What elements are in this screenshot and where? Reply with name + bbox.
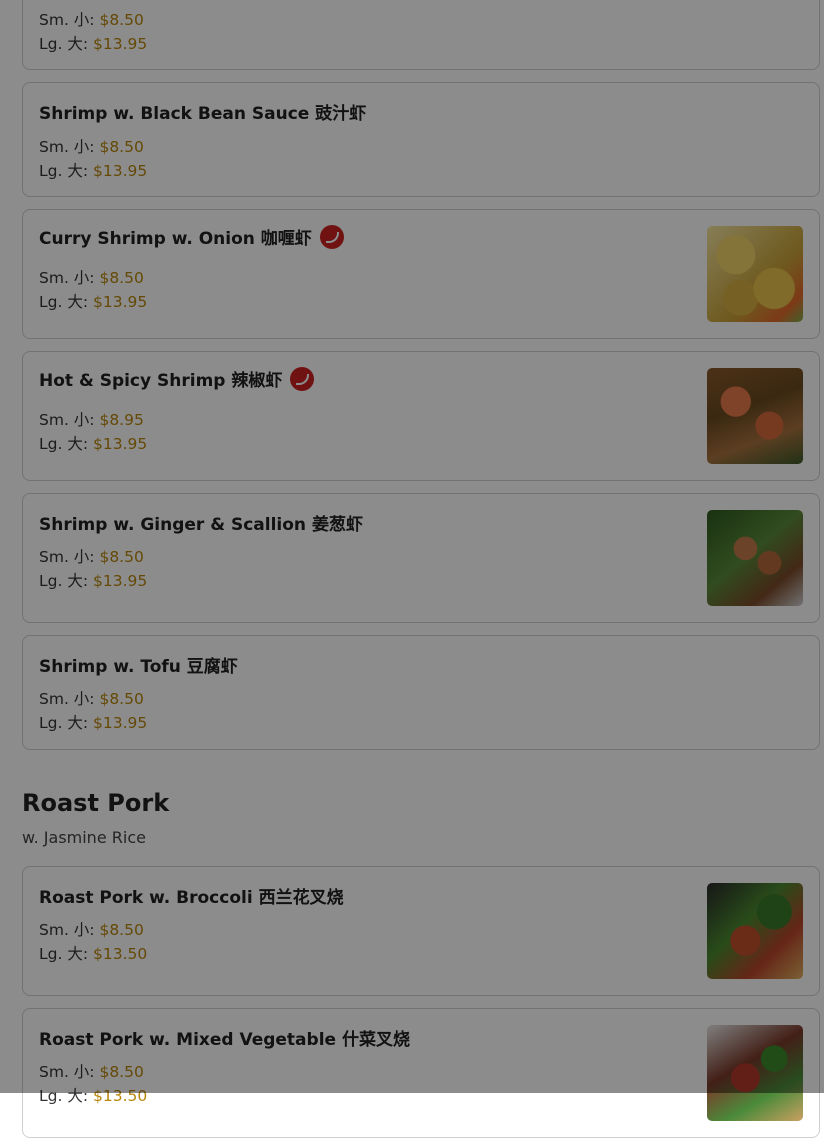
- small-price: $8.50: [99, 1063, 144, 1081]
- menu-item-card[interactable]: Sm. 小: $8.50 Lg. 大: $13.95: [22, 0, 820, 70]
- small-price-line: Sm. 小: $8.50: [39, 8, 144, 30]
- small-size-label: Sm. 小:: [39, 921, 95, 939]
- large-size-label: Lg. 大:: [39, 945, 89, 963]
- large-price: $13.95: [93, 714, 148, 732]
- menu-item-card[interactable]: Roast Pork w. Mixed Vegetable 什菜叉烧 Sm. 小…: [22, 1008, 820, 1138]
- large-price: $13.50: [93, 945, 148, 963]
- large-price-line: Lg. 大: $13.95: [39, 711, 147, 733]
- large-size-label: Lg. 大:: [39, 1087, 89, 1105]
- item-name: Shrimp w. Ginger & Scallion 姜葱虾: [39, 515, 363, 535]
- curry-shrimp-photo[interactable]: [707, 226, 803, 322]
- roast-pork-mixed-vegetable-photo[interactable]: [707, 1025, 803, 1121]
- large-price: $13.95: [93, 435, 148, 453]
- menu-item-card[interactable]: Shrimp w. Tofu 豆腐虾 Sm. 小: $8.50 Lg. 大: $…: [22, 635, 820, 750]
- small-price-line: Sm. 小: $8.50: [39, 266, 144, 288]
- section-title: Roast Pork: [22, 789, 170, 817]
- large-price-line: Lg. 大: $13.95: [39, 432, 147, 454]
- item-name: Shrimp w. Tofu 豆腐虾: [39, 657, 238, 677]
- item-name: Curry Shrimp w. Onion 咖喱虾: [39, 229, 312, 249]
- menu-item-card[interactable]: Hot & Spicy Shrimp 辣椒虾 Sm. 小: $8.95 Lg. …: [22, 351, 820, 481]
- small-size-label: Sm. 小:: [39, 690, 95, 708]
- item-name-row: Hot & Spicy Shrimp 辣椒虾: [39, 366, 315, 393]
- item-name: Roast Pork w. Mixed Vegetable 什菜叉烧: [39, 1030, 410, 1050]
- section-subtitle: w. Jasmine Rice: [22, 828, 146, 847]
- small-price: $8.50: [99, 921, 144, 939]
- menu-item-card[interactable]: Roast Pork w. Broccoli 西兰花叉烧 Sm. 小: $8.5…: [22, 866, 820, 996]
- large-size-label: Lg. 大:: [39, 435, 89, 453]
- large-size-label: Lg. 大:: [39, 572, 89, 590]
- small-price: $8.50: [99, 690, 144, 708]
- small-price-line: Sm. 小: $8.50: [39, 687, 144, 709]
- large-price: $13.95: [93, 162, 148, 180]
- large-price: $13.95: [93, 572, 148, 590]
- small-price-line: Sm. 小: $8.50: [39, 1060, 144, 1082]
- large-price: $13.95: [93, 293, 148, 311]
- small-size-label: Sm. 小:: [39, 1063, 95, 1081]
- large-size-label: Lg. 大:: [39, 293, 89, 311]
- large-size-label: Lg. 大:: [39, 162, 89, 180]
- large-price-line: Lg. 大: $13.95: [39, 290, 147, 312]
- menu-page: Sm. 小: $8.50 Lg. 大: $13.95 Shrimp w. Bla…: [0, 0, 824, 1138]
- small-price: $8.50: [99, 11, 144, 29]
- hot-spicy-shrimp-photo[interactable]: [707, 368, 803, 464]
- small-price-line: Sm. 小: $8.95: [39, 408, 144, 430]
- large-price-line: Lg. 大: $13.50: [39, 1084, 147, 1106]
- large-size-label: Lg. 大:: [39, 35, 89, 53]
- item-name: Hot & Spicy Shrimp 辣椒虾: [39, 371, 283, 391]
- spicy-icon: [319, 225, 344, 249]
- large-price-line: Lg. 大: $13.95: [39, 569, 147, 591]
- large-price: $13.95: [93, 35, 148, 53]
- small-price: $8.95: [99, 411, 144, 429]
- item-name: Roast Pork w. Broccoli 西兰花叉烧: [39, 888, 344, 908]
- small-size-label: Sm. 小:: [39, 11, 95, 29]
- item-name: Shrimp w. Black Bean Sauce 豉汁虾: [39, 104, 367, 124]
- item-name-row: Curry Shrimp w. Onion 咖喱虾: [39, 224, 344, 251]
- ginger-scallion-shrimp-photo[interactable]: [707, 510, 803, 606]
- small-size-label: Sm. 小:: [39, 411, 95, 429]
- large-size-label: Lg. 大:: [39, 714, 89, 732]
- large-price-line: Lg. 大: $13.95: [39, 32, 147, 54]
- small-price: $8.50: [99, 548, 144, 566]
- small-price-line: Sm. 小: $8.50: [39, 545, 144, 567]
- roast-pork-broccoli-photo[interactable]: [707, 883, 803, 979]
- small-size-label: Sm. 小:: [39, 269, 95, 287]
- small-price: $8.50: [99, 138, 144, 156]
- small-price-line: Sm. 小: $8.50: [39, 918, 144, 940]
- large-price: $13.50: [93, 1087, 148, 1105]
- small-size-label: Sm. 小:: [39, 138, 95, 156]
- large-price-line: Lg. 大: $13.95: [39, 159, 147, 181]
- small-price-line: Sm. 小: $8.50: [39, 135, 144, 157]
- small-size-label: Sm. 小:: [39, 548, 95, 566]
- large-price-line: Lg. 大: $13.50: [39, 942, 147, 964]
- spicy-icon: [290, 367, 315, 391]
- menu-item-card[interactable]: Shrimp w. Ginger & Scallion 姜葱虾 Sm. 小: $…: [22, 493, 820, 623]
- menu-item-card[interactable]: Shrimp w. Black Bean Sauce 豉汁虾 Sm. 小: $8…: [22, 82, 820, 197]
- small-price: $8.50: [99, 269, 144, 287]
- menu-item-card[interactable]: Curry Shrimp w. Onion 咖喱虾 Sm. 小: $8.50 L…: [22, 209, 820, 339]
